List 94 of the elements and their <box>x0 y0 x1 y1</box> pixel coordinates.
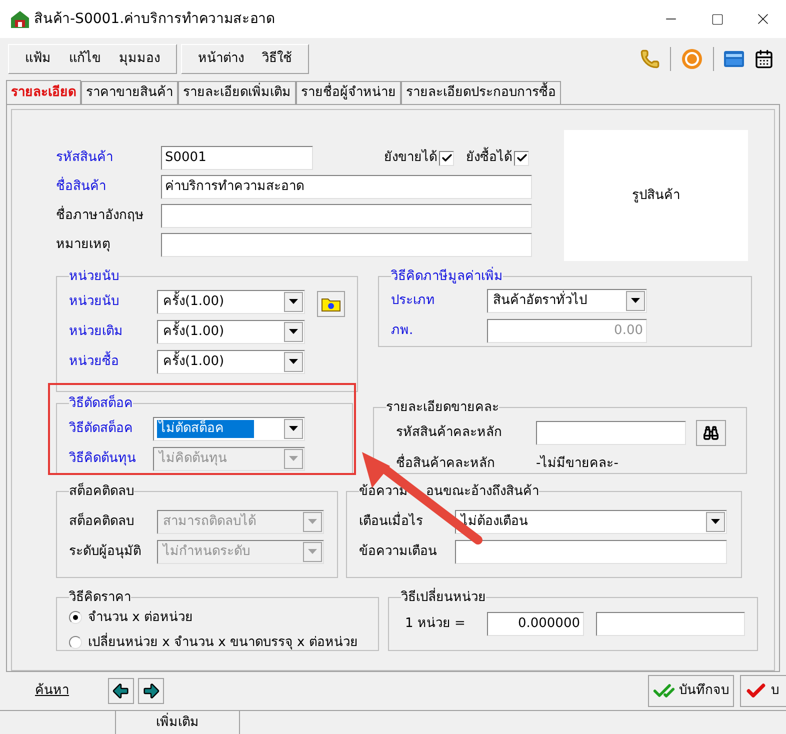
field-label: รหัสสินค้าคละหลัก <box>396 424 503 442</box>
folder-button[interactable] <box>317 290 345 316</box>
caret-icon <box>308 549 317 554</box>
field-label: ชื่อภาษาอังกฤษ <box>56 206 161 226</box>
caret-icon <box>289 359 298 364</box>
input-field[interactable] <box>161 233 532 257</box>
dropdown-button[interactable] <box>284 418 303 438</box>
window-title: สินค้า-S0001.ค่าบริการทำความสะอาด <box>34 10 276 28</box>
checkbox[interactable] <box>439 150 454 166</box>
dropdown-field[interactable]: ไม่ต้องเตือน <box>455 510 727 534</box>
phone-icon[interactable] <box>640 49 660 69</box>
field-label: หน่วยนับ <box>69 292 120 311</box>
input-field[interactable] <box>455 540 727 564</box>
input-field[interactable]: S0001 <box>161 146 313 170</box>
field-label: ภพ. <box>391 322 414 340</box>
caret-icon <box>308 519 317 524</box>
dropdown-field[interactable]: ครั้ง(1.00) <box>157 320 305 344</box>
calendar-icon[interactable] <box>754 49 774 69</box>
radio-button[interactable] <box>69 636 82 650</box>
caret-icon <box>289 456 298 461</box>
tab[interactable]: รายละเอียดประกอบการซื้อ <box>401 81 561 104</box>
binoculars-icon <box>703 424 719 440</box>
search-button[interactable] <box>696 420 726 446</box>
menu-item[interactable]: มุมมอง <box>119 49 160 69</box>
image-placeholder[interactable]: รูปสินค้า <box>564 130 748 261</box>
input-field[interactable] <box>161 204 532 228</box>
field-label: 1 หน่วย = <box>405 614 466 633</box>
caret-icon <box>289 329 298 334</box>
menu-item[interactable]: วิธีใช้ <box>262 49 292 69</box>
input-field[interactable] <box>536 420 686 444</box>
group-title: หน่วยนับ <box>69 268 119 286</box>
field-label: วิธีคิดต้นทุน <box>69 450 137 468</box>
field-label: เตือนเมื่อไร <box>359 512 424 531</box>
menu-item[interactable]: แก้ไข <box>69 49 101 69</box>
menu-item[interactable]: หน้าต่าง <box>198 49 244 69</box>
dropdown-field[interactable]: ครั้ง(1.00) <box>157 350 305 374</box>
checkbox[interactable] <box>514 150 529 166</box>
group-title: สต็อคติดลบ <box>69 482 134 501</box>
group-title: อนขณะอ้างถึงสินค้า <box>426 483 539 501</box>
field-label: ประเภท <box>391 292 436 310</box>
tab[interactable]: รายชื่อผู้จำหน่าย <box>296 81 401 104</box>
caret-icon <box>289 426 298 431</box>
field-label: วิธีตัดสต็อค <box>69 418 134 438</box>
checkbox-label: ยังซื้อได้ <box>466 148 512 168</box>
field-label: หน่วยซื้อ <box>69 352 157 372</box>
dropdown-button[interactable] <box>284 292 303 312</box>
radio-button[interactable] <box>69 610 82 624</box>
field-label: ชื่อสินค้า <box>56 177 161 197</box>
save-button[interactable]: บันทึกจบ <box>648 675 734 707</box>
input-field[interactable]: 0.000000 <box>487 612 584 636</box>
caret-icon <box>631 298 640 303</box>
input-field[interactable]: ค่าบริการทำความสะอาด <box>161 175 532 199</box>
caret-icon <box>289 299 298 304</box>
field-label: ระดับผู้อนุมัติ <box>69 542 142 561</box>
next-button[interactable] <box>138 678 164 704</box>
field-label: รหัสสินค้า <box>56 149 114 168</box>
left-arrow-icon <box>111 681 131 701</box>
dropdown-field[interactable]: สินค้าอัตราทั่วไป <box>487 288 647 312</box>
radio-label: จำนวน x ต่อหน่วย <box>88 608 193 626</box>
dropdown-button[interactable] <box>284 352 303 372</box>
menu-item[interactable]: แฟ้ม <box>25 49 51 69</box>
image-caption: รูปสินค้า <box>632 186 680 205</box>
right-arrow-icon <box>141 681 161 701</box>
folder-icon <box>321 296 341 312</box>
dropdown-field[interactable]: ไม่ตัดสต็อค <box>153 416 305 440</box>
confirm-button[interactable]: บ <box>740 675 786 707</box>
field-label: หน่วยเติม <box>69 322 124 341</box>
circle-icon[interactable] <box>681 48 703 70</box>
dropdown-field[interactable]: ครั้ง(1.00) <box>157 290 305 314</box>
tab[interactable]: ราคาขายสินค้า <box>81 81 178 104</box>
status-text: เพิ่มเติม <box>116 711 240 734</box>
group-title: ข้อความ <box>359 483 408 501</box>
field-label: สต็อคติดลบ <box>69 512 135 531</box>
search-link[interactable]: ค้นหา <box>35 681 69 701</box>
field-label: หมายเหตุ <box>56 236 111 254</box>
dropdown-button[interactable] <box>706 512 725 532</box>
dropdown-button[interactable] <box>626 290 645 310</box>
dropdown-button[interactable] <box>284 322 303 342</box>
group-title: วิธีคิดราคา <box>69 588 131 607</box>
house-icon <box>10 9 30 29</box>
group-title: วิธีตัดสต็อค <box>69 394 133 413</box>
previous-button[interactable] <box>108 678 134 704</box>
radio-label: เปลี่ยนหน่วย x จำนวน x ขนาดบรรจุ x ต่อหน่วย <box>88 633 358 652</box>
field-label: ชื่อสินค้าคละหลัก <box>396 454 496 472</box>
group-title: วิธีคิดภาษีมูลค่าเพิ่ม <box>391 267 503 286</box>
group-title: วิธีเปลี่ยนหน่วย <box>401 588 486 608</box>
tab[interactable]: รายละเอียด <box>6 80 81 104</box>
group-title: รายละเอียดขายคละ <box>386 398 499 417</box>
field-value: -ไม่มีขายคละ- <box>536 454 618 472</box>
caret-icon <box>711 519 720 524</box>
checkbox-label: ยังขายได้ <box>384 148 437 168</box>
field-label: ข้อความเตือน <box>359 542 438 561</box>
input-field[interactable] <box>596 612 745 636</box>
tab[interactable]: รายละเอียดเพิ่มเติม <box>178 81 296 104</box>
